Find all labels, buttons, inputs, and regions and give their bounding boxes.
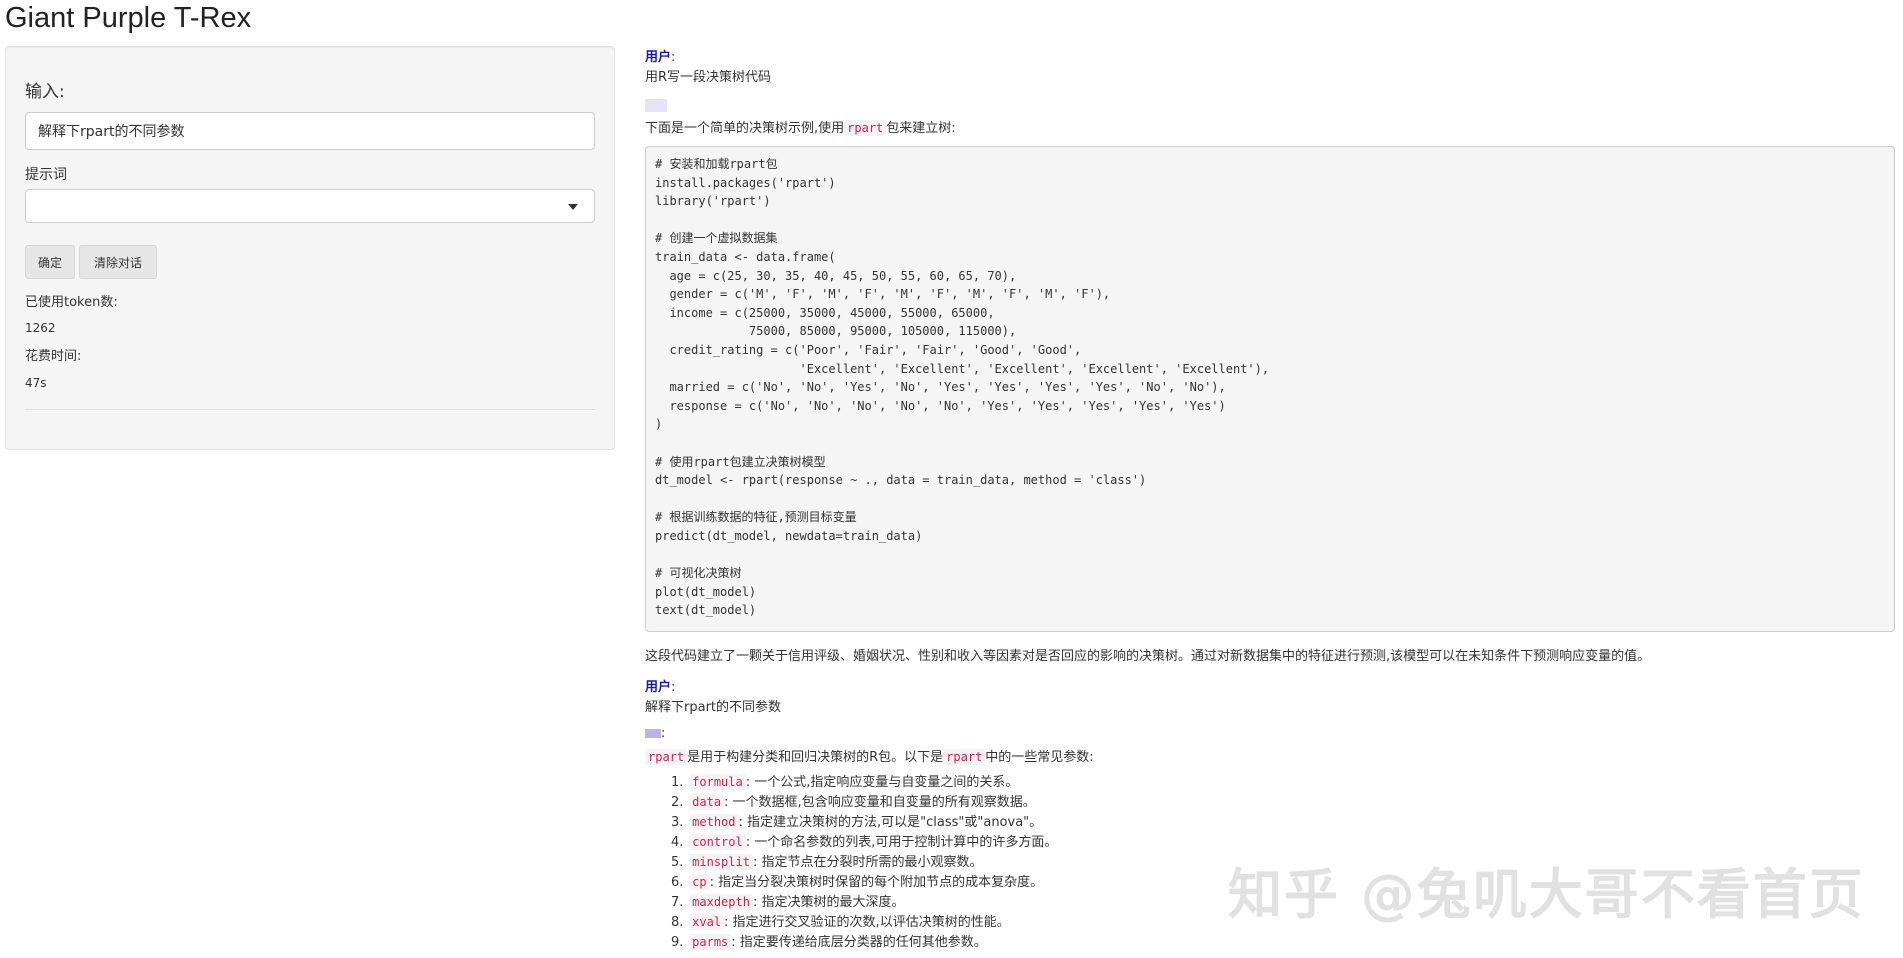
list-item: 6. cp: 指定当分裂决策树时保留的每个附加节点的成本复杂度。 (671, 874, 1044, 890)
parameter-list: 1. formula: 一个公式,指定响应变量与自变量之间的关系。 2. dat… (671, 772, 1057, 952)
clear-chat-button[interactable]: 清除对话 (79, 245, 157, 279)
tokens-value: 1262 (25, 321, 56, 335)
user-message: 用R写一段决策树代码 (645, 70, 772, 85)
list-item: 9. parms: 指定要传递给底层分类器的任何其他参数。 (671, 934, 987, 950)
redacted-name (645, 729, 661, 738)
chevron-down-icon (568, 204, 578, 210)
user-message: 解释下rpart的不同参数 (645, 700, 782, 715)
confirm-button[interactable]: 确定 (25, 245, 75, 279)
input-label: 输入: (25, 82, 65, 102)
list-item: 4. control: 一个命名参数的列表,可用于控制计算中的许多方面。 (671, 834, 1058, 850)
list-item: 2. data: 一个数据框,包含响应变量和自变量的所有观察数据。 (671, 794, 1036, 810)
list-item: 5. minsplit: 指定节点在分裂时所需的最小观察数。 (671, 854, 983, 870)
message-input[interactable] (25, 112, 595, 150)
assistant-summary: 这段代码建立了一颗关于信用评级、婚姻状况、性别和收入等因素对是否回应的影响的决策… (645, 649, 1651, 664)
prompt-select[interactable] (25, 189, 595, 223)
prompt-label: 提示词 (25, 167, 67, 183)
panel-divider (25, 409, 595, 410)
app-title: Giant Purple T-Rex (5, 2, 252, 34)
assistant-role-label: : (645, 726, 665, 741)
assistant-intro: 下面是一个简单的决策树示例,使用 rpart 包来建立树: (645, 120, 956, 136)
list-item: 1. formula: 一个公式,指定响应变量与自变量之间的关系。 (671, 774, 1019, 790)
tokens-label: 已使用token数: (25, 295, 118, 310)
time-value: 47s (25, 376, 47, 390)
list-item: 3. method: 指定建立决策树的方法,可以是"class"或"anova"… (671, 814, 1043, 830)
redacted-name (645, 99, 667, 112)
assistant-intro: rpart 是用于构建分类和回归决策树的R包。以下是 rpart 中的一些常见参数: (645, 746, 1094, 765)
list-item: 8. xval: 指定进行交叉验证的次数,以评估决策树的性能。 (671, 914, 1010, 930)
user-role-label: 用户: (645, 50, 676, 65)
assistant-role-label (645, 98, 667, 113)
code-block: # 安装和加载rpart包 install.packages('rpart') … (645, 146, 1895, 632)
list-item: 7. maxdepth: 指定决策树的最大深度。 (671, 894, 905, 910)
time-label: 花费时间: (25, 349, 82, 364)
sidebar-panel: 输入: 提示词 确定 清除对话 已使用token数: 1262 花费时间: 47… (5, 46, 615, 450)
user-role-label: 用户: (645, 680, 676, 695)
watermark: 知乎 @兔叽大哥不看首页 (1228, 863, 1865, 926)
